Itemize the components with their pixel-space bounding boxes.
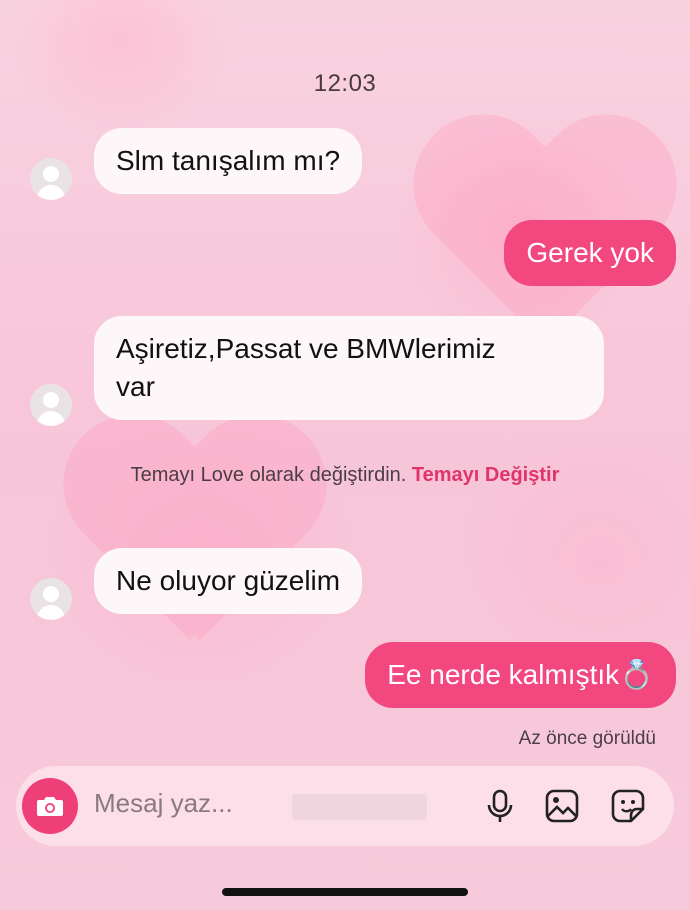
message-line: Aşiretiz,Passat ve BMWlerimiz bbox=[116, 333, 496, 364]
avatar[interactable] bbox=[30, 158, 72, 200]
theme-notice-text: Temayı Love olarak değiştirdin. bbox=[130, 464, 412, 486]
message-timestamp: 12:03 bbox=[313, 70, 377, 97]
avatar[interactable] bbox=[30, 384, 72, 426]
seen-receipt: Az önce görüldü bbox=[518, 728, 656, 749]
avatar[interactable] bbox=[30, 578, 72, 620]
change-theme-link[interactable]: Temayı Değiştir bbox=[412, 464, 559, 486]
theme-change-notice: Temayı Love olarak değiştirdin. Temayı D… bbox=[90, 458, 600, 492]
sticker-icon[interactable] bbox=[610, 788, 646, 824]
message-input[interactable]: Mesaj yaz... bbox=[94, 788, 233, 819]
camera-icon bbox=[37, 797, 63, 816]
gallery-icon[interactable] bbox=[544, 788, 580, 824]
microphone-icon[interactable] bbox=[482, 788, 518, 824]
redacted-area bbox=[292, 794, 427, 820]
message-line: var bbox=[116, 371, 155, 402]
camera-button[interactable] bbox=[22, 778, 78, 834]
message-composer: Mesaj yaz... bbox=[16, 766, 674, 846]
heart-decoration bbox=[60, 420, 320, 660]
message-bubble-incoming[interactable]: Slm tanışalım mı? bbox=[94, 128, 363, 194]
message-bubble-outgoing[interactable]: Ee nerde kalmıştık💍 bbox=[365, 642, 676, 708]
home-indicator[interactable] bbox=[222, 888, 468, 896]
message-bubble-incoming[interactable]: Ne oluyor güzelim bbox=[94, 548, 363, 614]
message-bubble-outgoing[interactable]: Gerek yok bbox=[504, 220, 676, 286]
message-bubble-incoming[interactable]: Aşiretiz,Passat ve BMWlerimiz var bbox=[94, 316, 604, 420]
